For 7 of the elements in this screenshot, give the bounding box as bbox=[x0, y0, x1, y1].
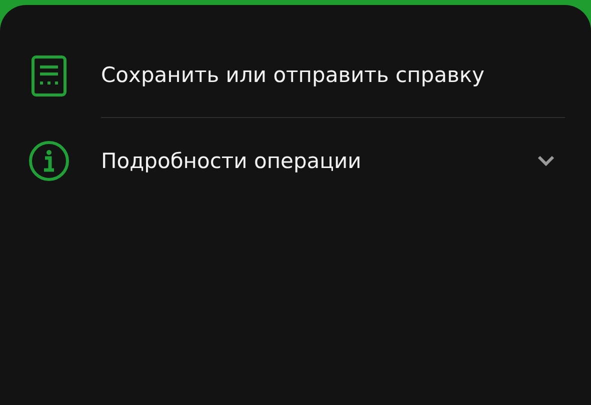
menu-item[interactable]: Подробности операции bbox=[0, 118, 591, 203]
document-icon bbox=[30, 54, 66, 96]
chevron-icon[interactable] bbox=[537, 154, 555, 166]
menu-item-label: Сохранить или отправить справку bbox=[101, 63, 484, 87]
info-icon bbox=[28, 140, 70, 182]
menu-item-label: Подробности операции bbox=[101, 148, 362, 172]
menu-item[interactable]: Сохранить или отправить справку bbox=[0, 33, 591, 118]
